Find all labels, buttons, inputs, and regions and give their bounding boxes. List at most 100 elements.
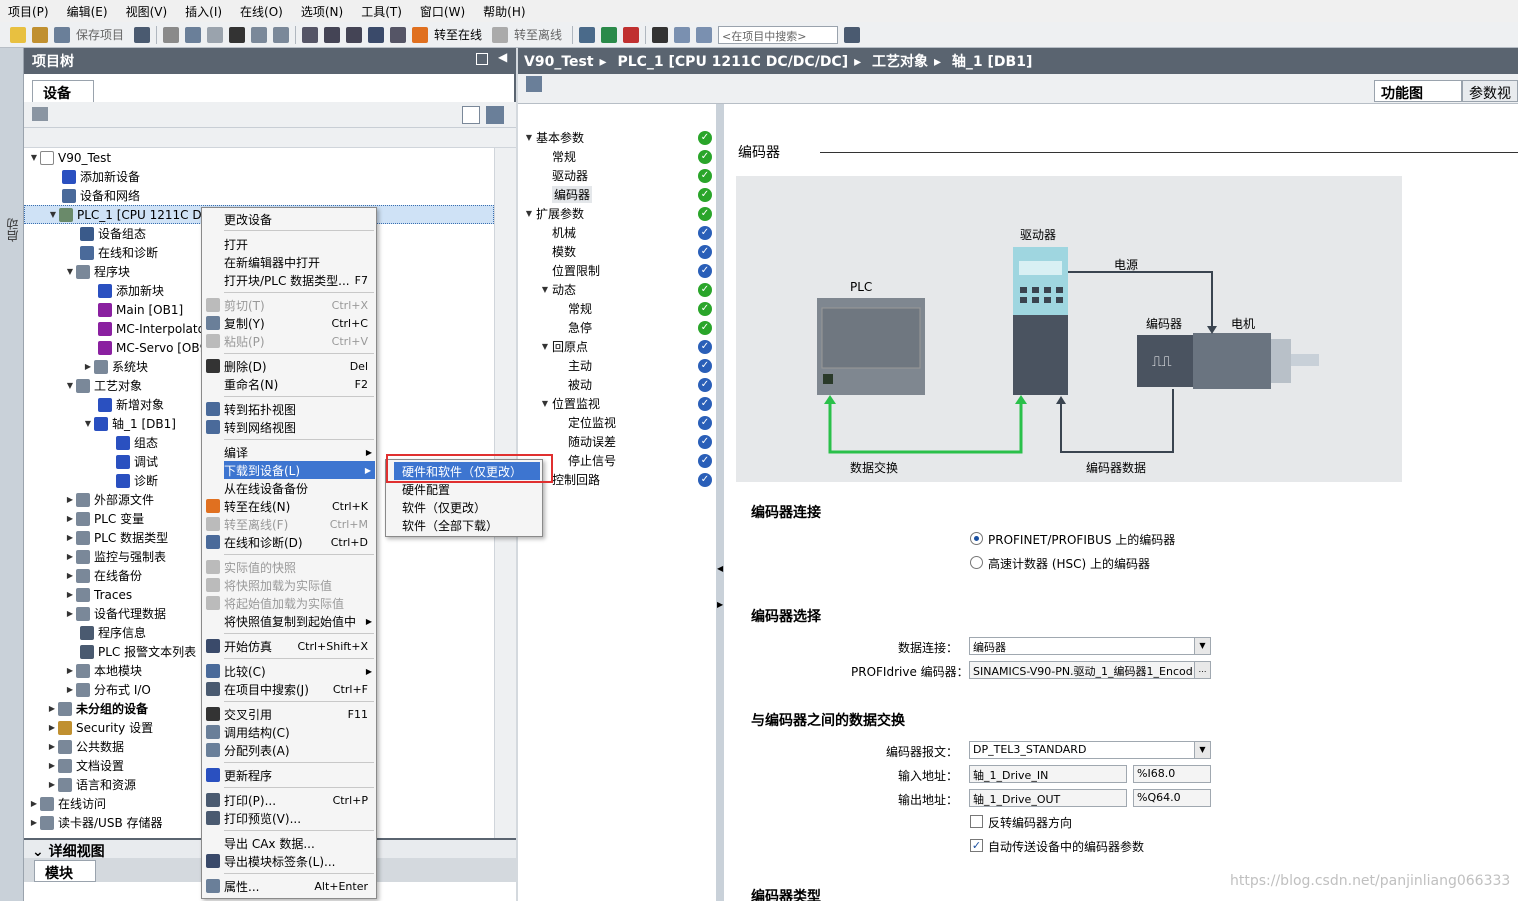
menu-tools[interactable]: 工具(T) bbox=[361, 3, 402, 20]
input-tag-field[interactable]: 轴_1_Drive_IN bbox=[969, 765, 1127, 783]
cross-ref-icon[interactable] bbox=[652, 26, 669, 43]
menu-item-assignment-list[interactable]: 分配列表(A) bbox=[202, 741, 376, 759]
nav-active[interactable]: 主动 ✓ bbox=[518, 356, 716, 375]
menu-item-change-device[interactable]: 更改设备 bbox=[202, 210, 376, 228]
copy-icon[interactable] bbox=[185, 26, 202, 43]
menu-item-print[interactable]: 打印(P)... Ctrl+P bbox=[202, 791, 376, 809]
menu-item-topology-view[interactable]: 转到拓扑视图 bbox=[202, 400, 376, 418]
start-cpu-icon[interactable] bbox=[601, 26, 618, 43]
devices-tab[interactable]: 设备 bbox=[32, 80, 94, 102]
new-project-icon[interactable] bbox=[10, 26, 26, 43]
split-vertical-icon[interactable] bbox=[696, 26, 713, 43]
radio-hsc-encoder[interactable] bbox=[970, 556, 983, 569]
menu-item-rename[interactable]: 重命名(N) F2 bbox=[202, 375, 376, 393]
nav-extended-params[interactable]: ▼ 扩展参数 ✓ bbox=[518, 204, 716, 223]
nav-modulo[interactable]: 模数 ✓ bbox=[518, 242, 716, 261]
accessible-devices-icon[interactable] bbox=[579, 26, 596, 43]
nav-general[interactable]: 常规 ✓ bbox=[518, 147, 716, 166]
nav-passive[interactable]: 被动 ✓ bbox=[518, 375, 716, 394]
nav-following-error[interactable]: 随动误差 ✓ bbox=[518, 432, 716, 451]
chevron-down-icon[interactable]: ▼ bbox=[1194, 742, 1210, 758]
menu-item-load-snapshot[interactable]: 将快照加载为实际值 bbox=[202, 576, 376, 594]
undo-icon[interactable] bbox=[251, 26, 268, 43]
save-project-button[interactable]: 保存项目 bbox=[76, 26, 124, 43]
menu-item-online-diagnostics[interactable]: 在线和诊断(D) Ctrl+D bbox=[202, 533, 376, 551]
tree-item-project[interactable]: ▼ V90_Test bbox=[24, 148, 494, 167]
nav-dynamics-general[interactable]: 常规 ✓ bbox=[518, 299, 716, 318]
menu-item-cut[interactable]: 剪切(T) Ctrl+X bbox=[202, 296, 376, 314]
tab-params-view[interactable]: 参数视 bbox=[1462, 80, 1518, 102]
open-project-icon[interactable] bbox=[32, 26, 48, 43]
data-connection-select[interactable]: 编码器 ▼ bbox=[969, 637, 1211, 655]
nav-encoder[interactable]: 编码器 ✓ bbox=[518, 185, 716, 204]
print-icon[interactable] bbox=[134, 26, 151, 43]
menu-item-go-offline[interactable]: 转至离线(F) Ctrl+M bbox=[202, 515, 376, 533]
menu-item-properties[interactable]: 属性... Alt+Enter bbox=[202, 877, 376, 895]
menu-item-paste[interactable]: 粘贴(P) Ctrl+V bbox=[202, 332, 376, 350]
menu-item-cross-references[interactable]: 交叉引用 F11 bbox=[202, 705, 376, 723]
menu-item-copy-snapshot[interactable]: 将快照值复制到起始值中 ▶ bbox=[202, 612, 376, 630]
menu-online[interactable]: 在线(O) bbox=[240, 3, 283, 20]
compile-icon[interactable] bbox=[302, 26, 319, 43]
output-address-field[interactable]: %Q64.0 bbox=[1133, 789, 1211, 807]
auto-transfer-checkbox[interactable]: ✓ bbox=[970, 839, 983, 852]
monitor-icon[interactable] bbox=[526, 76, 542, 92]
menu-project[interactable]: 项目(P) bbox=[8, 3, 49, 20]
collapse-left-icon[interactable]: ◀ bbox=[498, 50, 507, 64]
go-online-icon[interactable] bbox=[412, 26, 429, 43]
list-view-icon[interactable] bbox=[462, 106, 480, 124]
menu-item-load-start-values[interactable]: 将起始值加载为实际值 bbox=[202, 594, 376, 612]
stop-cpu-icon[interactable] bbox=[623, 26, 640, 43]
upload-icon[interactable] bbox=[346, 26, 363, 43]
tree-options-icon[interactable] bbox=[32, 107, 48, 121]
tree-item-add-device[interactable]: 添加新设备 bbox=[24, 167, 494, 186]
reverse-encoder-checkbox[interactable] bbox=[970, 815, 983, 828]
splitter-right-arrow-icon[interactable]: ▶ bbox=[717, 600, 723, 609]
breadcrumb-axis[interactable]: 轴_1 [DB1] bbox=[952, 54, 1032, 70]
start-side-tab[interactable]: 启动 bbox=[0, 48, 24, 901]
menu-item-snapshot[interactable]: 实际值的快照 bbox=[202, 558, 376, 576]
nav-positioning-monitor[interactable]: 定位监视 ✓ bbox=[518, 413, 716, 432]
browse-icon[interactable]: … bbox=[1194, 662, 1210, 678]
menu-insert[interactable]: 插入(I) bbox=[185, 3, 222, 20]
submenu-item-software-all[interactable]: 软件（全部下载） bbox=[386, 516, 542, 534]
modules-tab[interactable]: 模块 bbox=[34, 860, 96, 882]
go-online-button[interactable]: 转至在线 bbox=[434, 26, 482, 43]
project-search-input[interactable]: <在项目中搜索> bbox=[718, 25, 839, 44]
menu-edit[interactable]: 编辑(E) bbox=[67, 3, 108, 20]
table-view-icon[interactable] bbox=[486, 106, 504, 124]
breadcrumb-project[interactable]: V90_Test bbox=[524, 54, 594, 70]
output-tag-field[interactable]: 轴_1_Drive_OUT bbox=[969, 789, 1127, 807]
go-offline-icon[interactable] bbox=[492, 26, 509, 43]
menu-item-search-project[interactable]: 在项目中搜索(J) Ctrl+F bbox=[202, 680, 376, 698]
nav-basic-params[interactable]: ▼ 基本参数 ✓ bbox=[518, 128, 716, 147]
radio-profinet-encoder[interactable] bbox=[970, 532, 983, 545]
redo-icon[interactable] bbox=[273, 26, 290, 43]
save-icon[interactable] bbox=[54, 26, 70, 43]
menu-item-open-block[interactable]: 打开块/PLC 数据类型... F7 bbox=[202, 271, 376, 289]
split-horizontal-icon[interactable] bbox=[674, 26, 691, 43]
nav-position-monitoring[interactable]: ▼ 位置监视 ✓ bbox=[518, 394, 716, 413]
search-icon[interactable] bbox=[844, 26, 861, 43]
download-icon[interactable] bbox=[324, 26, 341, 43]
menu-item-call-structure[interactable]: 调用结构(C) bbox=[202, 723, 376, 741]
nav-position-limits[interactable]: 位置限制 ✓ bbox=[518, 261, 716, 280]
tab-function-view[interactable]: 功能图 bbox=[1374, 80, 1462, 102]
menu-item-download-to-device[interactable]: 下载到设备(L) ▶ bbox=[224, 461, 375, 479]
paste-icon[interactable] bbox=[207, 26, 224, 43]
menu-item-compile[interactable]: 编译 ▶ bbox=[202, 443, 376, 461]
pin-icon[interactable] bbox=[476, 53, 488, 65]
nav-drive[interactable]: 驱动器 ✓ bbox=[518, 166, 716, 185]
menu-item-print-preview[interactable]: 打印预览(V)... bbox=[202, 809, 376, 827]
tree-item-devices-networks[interactable]: 设备和网络 bbox=[24, 186, 494, 205]
menu-item-update-program[interactable]: 更新程序 bbox=[202, 766, 376, 784]
menu-item-network-view[interactable]: 转到网络视图 bbox=[202, 418, 376, 436]
go-offline-button[interactable]: 转至离线 bbox=[514, 26, 562, 43]
breadcrumb-tech-objects[interactable]: 工艺对象 bbox=[872, 54, 928, 70]
menu-item-export-cax[interactable]: 导出 CAx 数据... bbox=[202, 834, 376, 852]
splitter-left-arrow-icon[interactable]: ◀ bbox=[717, 564, 723, 573]
breadcrumb-plc[interactable]: PLC_1 [CPU 1211C DC/DC/DC] bbox=[617, 54, 848, 70]
nav-dynamics[interactable]: ▼ 动态 ✓ bbox=[518, 280, 716, 299]
menu-item-backup-online[interactable]: 从在线设备备份 bbox=[202, 479, 376, 497]
nav-emergency-stop[interactable]: 急停 ✓ bbox=[518, 318, 716, 337]
